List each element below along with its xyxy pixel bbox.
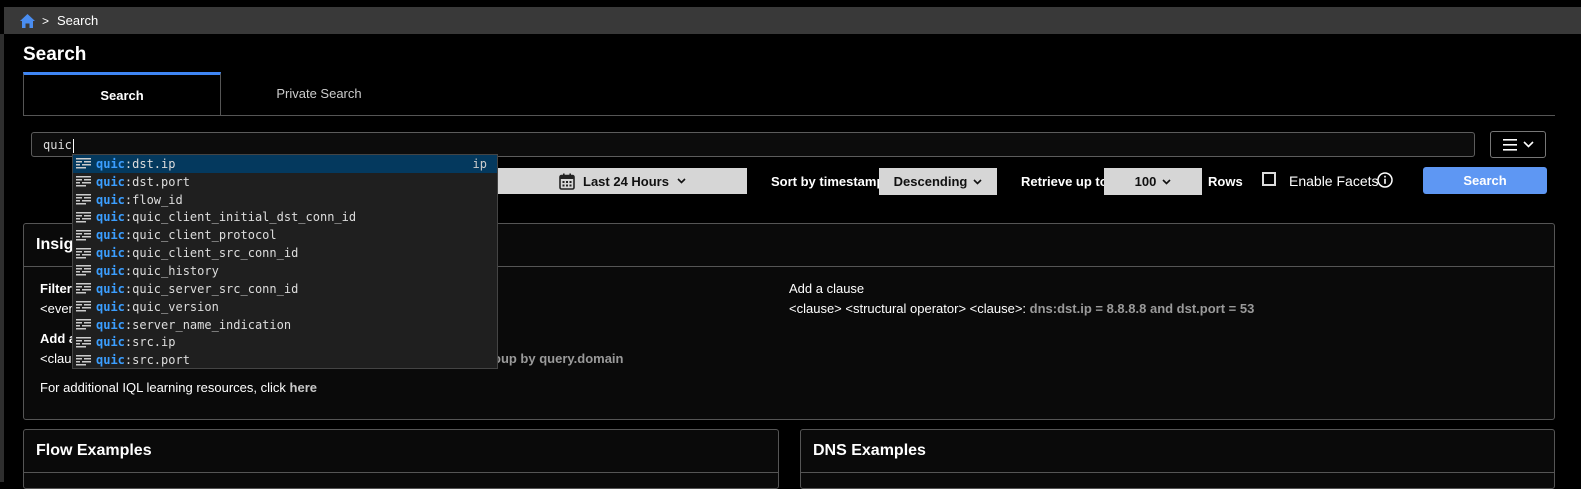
suggestion-prefix: quic	[96, 156, 125, 171]
flow-examples-title: Flow Examples	[24, 430, 778, 473]
chevron-down-icon	[1162, 178, 1171, 185]
sort-label: Sort by timestamp	[771, 174, 885, 189]
field-icon	[76, 229, 91, 241]
suggestion-item[interactable]: quic:dst.ip ip	[73, 155, 497, 173]
suggestion-prefix: quic	[96, 228, 125, 243]
add-clause-syntax: <clause> <structural operator> <clause>:	[789, 301, 1027, 316]
query-menu-button[interactable]	[1490, 131, 1546, 158]
suggestion-field: :server_name_indication	[124, 317, 292, 332]
calendar-icon	[559, 173, 575, 190]
suggestion-prefix: quic	[96, 263, 125, 278]
time-range-label: Last 24 Hours	[583, 173, 669, 189]
suggestion-item[interactable]: quic:server_name_indication	[73, 316, 497, 334]
flow-examples-panel: Flow Examples	[23, 429, 779, 489]
learning-resources-text: For additional IQL learning resources, c…	[40, 380, 286, 395]
breadcrumb-current: Search	[57, 13, 99, 28]
field-icon	[76, 354, 91, 366]
field-icon	[76, 158, 91, 169]
suggestion-prefix: quic	[96, 317, 125, 332]
search-button[interactable]: Search	[1423, 167, 1547, 194]
autocomplete-dropdown: quic:dst.ip ip quic:dst.port quic:flow_i…	[72, 154, 498, 369]
suggestion-field: :quic_version	[124, 299, 219, 314]
text-caret	[72, 138, 74, 153]
add-heading: Add a	[40, 331, 77, 346]
rows-label: Rows	[1208, 174, 1243, 189]
event-syntax: <even	[40, 301, 76, 316]
suggestion-item[interactable]: quic:quic_server_src_conn_id	[73, 280, 497, 298]
sort-order-select[interactable]: Descending	[879, 168, 997, 195]
page-title: Search	[23, 44, 87, 65]
suggestion-item[interactable]: quic:src.ip	[73, 333, 497, 351]
tab-bar: Search Private Search	[23, 72, 1555, 116]
dns-examples-title: DNS Examples	[801, 430, 1554, 473]
suggestion-field: :src.port	[124, 353, 190, 368]
field-icon	[76, 283, 91, 294]
suggestion-item[interactable]: quic:flow_id	[73, 191, 497, 209]
retrieve-label: Retrieve up to	[1021, 174, 1108, 189]
sort-order-value: Descending	[893, 174, 968, 189]
learning-resources: For additional IQL learning resources, c…	[40, 380, 317, 395]
left-strip	[0, 34, 4, 482]
field-icon	[76, 336, 91, 348]
suggestion-field: :dst.port	[124, 174, 190, 189]
add-clause-heading: Add a clause	[789, 281, 865, 296]
chevron-down-icon	[1522, 141, 1534, 148]
suggestion-field: :src.ip	[124, 335, 176, 350]
suggestion-item[interactable]: quic:quic_history	[73, 262, 497, 280]
suggestion-prefix: quic	[96, 299, 125, 314]
add-clause-example[interactable]: dns:dst.ip = 8.8.8.8 and dst.port = 53	[1030, 301, 1255, 316]
suggestion-field: :flow_id	[124, 192, 183, 207]
info-icon[interactable]	[1377, 172, 1393, 188]
suggestion-field: :quic_history	[124, 263, 219, 278]
enable-facets-label[interactable]: Enable Facets	[1289, 173, 1379, 189]
tab-private-search[interactable]: Private Search	[221, 72, 417, 114]
add-clause-line: <clause> <structural operator> <clause>:…	[789, 301, 1254, 316]
suggestion-field: :quic_client_src_conn_id	[124, 246, 299, 261]
suggestion-item[interactable]: quic:dst.port	[73, 173, 497, 191]
suggestion-item[interactable]: quic:quic_client_initial_dst_conn_id	[73, 209, 497, 227]
suggestion-item[interactable]: quic:src.port	[73, 351, 497, 369]
group-by-example: oup by query.domain	[493, 351, 624, 366]
suggestion-field: :quic_client_initial_dst_conn_id	[124, 210, 357, 225]
enable-facets-checkbox[interactable]	[1262, 172, 1276, 186]
suggestion-item[interactable]: quic:quic_client_src_conn_id	[73, 244, 497, 262]
tab-search[interactable]: Search	[23, 72, 221, 115]
filter-heading: Filter	[40, 281, 72, 296]
suggestion-item[interactable]: quic:quic_version	[73, 298, 497, 316]
home-icon[interactable]	[19, 12, 36, 29]
suggestion-prefix: quic	[96, 281, 125, 296]
chevron-down-icon	[677, 178, 686, 184]
field-icon	[76, 301, 91, 312]
field-icon	[76, 265, 91, 276]
suggestion-field: :quic_server_src_conn_id	[124, 281, 299, 296]
suggestion-prefix: quic	[96, 174, 125, 189]
field-icon	[76, 176, 91, 187]
dns-examples-panel: DNS Examples	[800, 429, 1555, 489]
suggestion-prefix: quic	[96, 335, 125, 350]
search-input-value: quic	[43, 138, 72, 152]
time-range-button[interactable]: Last 24 Hours	[498, 168, 747, 194]
suggestion-prefix: quic	[96, 246, 125, 261]
suggestion-prefix: quic	[96, 353, 125, 368]
suggestion-field: :dst.ip	[124, 156, 176, 171]
rows-limit-value: 100	[1134, 174, 1157, 189]
learning-resources-link[interactable]: here	[290, 380, 317, 395]
field-icon	[76, 211, 91, 223]
suggestion-prefix: quic	[96, 192, 125, 207]
hamburger-icon	[1502, 138, 1517, 151]
suggestion-item[interactable]: quic:quic_client_protocol	[73, 226, 497, 244]
suggestion-prefix: quic	[96, 210, 125, 225]
rows-limit-select[interactable]: 100	[1104, 168, 1202, 195]
field-icon	[76, 319, 91, 330]
breadcrumb-bar: > Search	[4, 7, 1581, 34]
suggestion-field: :quic_client_protocol	[124, 228, 277, 243]
breadcrumb-separator: >	[42, 13, 50, 28]
field-icon	[76, 194, 91, 205]
suggestion-type: ip	[472, 156, 487, 171]
field-icon	[76, 247, 91, 259]
chevron-down-icon	[973, 178, 982, 185]
